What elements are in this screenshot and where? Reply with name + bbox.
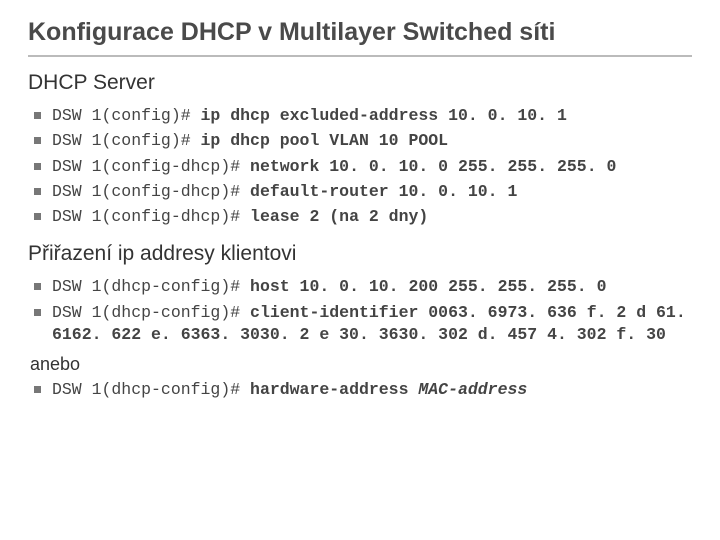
cli-prompt: DSW 1(dhcp-config)# (52, 303, 250, 322)
cli-argument: MAC-address (418, 380, 527, 399)
list-item: DSW 1(config-dhcp)# lease 2 (na 2 dny) (34, 206, 692, 228)
cli-command: ip dhcp excluded-address 10. 0. 10. 1 (201, 106, 567, 125)
cli-prompt: DSW 1(config-dhcp)# (52, 207, 250, 226)
list-item: DSW 1(config-dhcp)# network 10. 0. 10. 0… (34, 156, 692, 178)
cli-prompt: DSW 1(dhcp-config)# (52, 277, 250, 296)
cli-command: ip dhcp pool VLAN 10 POOL (201, 131, 449, 150)
list-item: DSW 1(config)# ip dhcp excluded-address … (34, 105, 692, 127)
list-item: DSW 1(config)# ip dhcp pool VLAN 10 POOL (34, 130, 692, 152)
section-heading-client-assignment: Přiřazení ip addresy klientovi (28, 242, 692, 266)
list-item: DSW 1(dhcp-config)# host 10. 0. 10. 200 … (34, 276, 692, 298)
cli-prompt: DSW 1(config-dhcp)# (52, 157, 250, 176)
cli-prompt: DSW 1(config-dhcp)# (52, 182, 250, 201)
slide: Konfigurace DHCP v Multilayer Switched s… (0, 0, 720, 427)
command-list-client-alt: DSW 1(dhcp-config)# hardware-address MAC… (28, 379, 692, 401)
cli-command: host 10. 0. 10. 200 255. 255. 255. 0 (250, 277, 606, 296)
list-item: DSW 1(config-dhcp)# default-router 10. 0… (34, 181, 692, 203)
cli-prompt: DSW 1(dhcp-config)# (52, 380, 250, 399)
or-label: anebo (30, 354, 692, 375)
cli-command: lease 2 (na 2 dny) (250, 207, 428, 226)
cli-prompt: DSW 1(config)# (52, 106, 201, 125)
cli-command: network 10. 0. 10. 0 255. 255. 255. 0 (250, 157, 616, 176)
cli-prompt: DSW 1(config)# (52, 131, 201, 150)
list-item: DSW 1(dhcp-config)# hardware-address MAC… (34, 379, 692, 401)
command-list-server: DSW 1(config)# ip dhcp excluded-address … (28, 105, 692, 228)
list-item: DSW 1(dhcp-config)# client-identifier 00… (34, 302, 692, 347)
cli-command: hardware-address (250, 380, 418, 399)
command-list-client: DSW 1(dhcp-config)# host 10. 0. 10. 200 … (28, 276, 692, 346)
page-title: Konfigurace DHCP v Multilayer Switched s… (28, 18, 692, 57)
section-heading-dhcp-server: DHCP Server (28, 71, 692, 95)
cli-command: default-router 10. 0. 10. 1 (250, 182, 517, 201)
